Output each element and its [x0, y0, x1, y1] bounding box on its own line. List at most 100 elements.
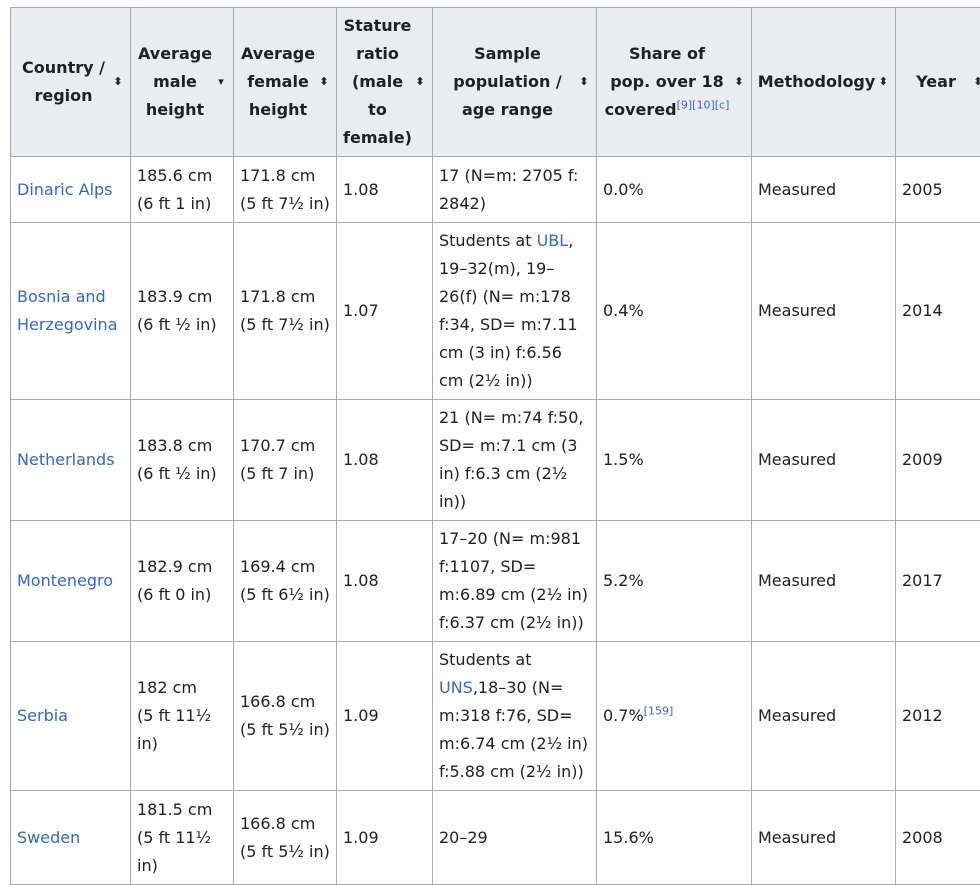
header-male-line3: height: [146, 100, 204, 119]
male-height-cm: 183.9 cm: [137, 287, 212, 306]
male-height-cm: 185.6 cm: [137, 166, 212, 185]
sample-population: 17–20 (N= m:981 f:1107, SD= m:6.89 cm (2…: [433, 521, 597, 642]
male-height-cm: 182.9 cm: [137, 557, 212, 576]
header-ratio-line4: to: [368, 100, 387, 119]
header-male-height[interactable]: Average male height ▾: [131, 8, 234, 157]
year: 2009: [896, 400, 980, 521]
header-methodology[interactable]: Methodology⬍: [752, 8, 896, 157]
sort-both-icon[interactable]: ⬍: [414, 76, 426, 88]
header-share-refs[interactable]: [9][10][c]: [677, 99, 730, 112]
sort-both-icon[interactable]: ⬍: [877, 76, 889, 88]
sample-population: 21 (N= m:74 f:50, SD= m:7.1 cm (3 in) f:…: [433, 400, 597, 521]
country-link[interactable]: Serbia: [17, 706, 68, 725]
table-row: Netherlands 183.8 cm (6 ft ½ in) 170.7 cm…: [11, 400, 980, 521]
year: 2008: [896, 791, 980, 885]
female-height-cm: 170.7 cm: [240, 436, 315, 455]
methodology: Measured: [752, 642, 896, 791]
methodology: Measured: [752, 521, 896, 642]
female-height-ft: (5 ft 7½ in): [240, 194, 330, 213]
share-covered: 15.6%: [597, 791, 752, 885]
header-share-line2: pop. over 18: [610, 72, 724, 91]
header-sample-line3: age range: [462, 100, 553, 119]
country-link[interactable]: Sweden: [17, 828, 80, 847]
stature-ratio: 1.07: [337, 223, 433, 400]
header-ratio-line3: (male: [352, 72, 403, 91]
male-height-ft: (6 ft ½ in): [137, 464, 217, 483]
male-height-ft: (6 ft ½ in): [137, 315, 217, 334]
header-male-line2: male: [153, 72, 197, 91]
year: 2012: [896, 642, 980, 791]
female-height-cm: 171.8 cm: [240, 166, 315, 185]
country-link[interactable]: Dinaric Alps: [17, 180, 113, 199]
header-female-line3: height: [249, 100, 307, 119]
male-height-ft: (6 ft 0 in): [137, 585, 211, 604]
share-covered: 0.4%: [597, 223, 752, 400]
header-sample-line2: population /: [453, 72, 562, 91]
sort-both-icon[interactable]: ⬍: [733, 76, 745, 88]
header-country-label: Country / region: [17, 54, 110, 110]
sample-population: Students at UBL, 19–32(m), 19–26(f) (N= …: [433, 223, 597, 400]
table-row: Montenegro 182.9 cm (6 ft 0 in) 169.4 cm (…: [11, 521, 980, 642]
country-link[interactable]: Netherlands: [17, 450, 115, 469]
male-height-ft: (5 ft 11½ in): [137, 706, 211, 753]
header-female-height[interactable]: Averagefemaleheight⬍: [234, 8, 337, 157]
share-covered: 1.5%: [597, 400, 752, 521]
sample-population: 17 (N=m: 2705 f: 2842): [433, 157, 597, 223]
female-height-cm: 166.8 cm: [240, 814, 315, 833]
female-height-cm: 171.8 cm: [240, 287, 315, 306]
female-height-cm: 169.4 cm: [240, 557, 315, 576]
country-link[interactable]: Bosnia and Herzegovina: [17, 287, 118, 334]
sort-down-icon[interactable]: ▾: [215, 76, 227, 88]
sample-population: 20–29: [433, 791, 597, 885]
table-row: Dinaric Alps 185.6 cm (6 ft 1 in) 171.8 c…: [11, 157, 980, 223]
country-link[interactable]: Montenegro: [17, 571, 113, 590]
female-height-ft: (5 ft 7½ in): [240, 315, 330, 334]
header-sample-line1: Sample: [474, 44, 541, 63]
methodology: Measured: [752, 157, 896, 223]
male-height-cm: 183.8 cm: [137, 436, 212, 455]
header-female-line1: Average: [241, 44, 315, 63]
height-table: Country / region⬍ Averagemaleheight▾ Ave…: [10, 7, 980, 885]
male-height-cm: 181.5 cm: [137, 800, 212, 819]
share-covered: 0.7%[159]: [597, 642, 752, 791]
female-height-ft: (5 ft 6½ in): [240, 585, 330, 604]
male-height-ft: (6 ft 1 in): [137, 194, 211, 213]
stature-ratio: 1.09: [337, 642, 433, 791]
sort-both-icon[interactable]: ⬍: [318, 76, 330, 88]
female-height-ft: (5 ft 5½ in): [240, 720, 330, 739]
header-ratio-line1: Stature: [344, 16, 412, 35]
year: 2005: [896, 157, 980, 223]
methodology: Measured: [752, 791, 896, 885]
header-country[interactable]: Country / region⬍: [11, 8, 131, 157]
sort-both-icon[interactable]: ⬍: [972, 76, 980, 88]
male-height-ft: (5 ft 11½ in): [137, 828, 211, 875]
female-height-ft: (5 ft 7 in): [240, 464, 314, 483]
header-sample-population[interactable]: Sample population / age range ⬍: [433, 8, 597, 157]
university-link[interactable]: UNS: [439, 678, 473, 697]
share-covered: 5.2%: [597, 521, 752, 642]
stature-ratio: 1.08: [337, 400, 433, 521]
citation-ref[interactable]: [159]: [644, 705, 674, 718]
header-year[interactable]: Year⬍: [896, 8, 980, 157]
header-row: Country / region⬍ Averagemaleheight▾ Ave…: [11, 8, 980, 157]
methodology: Measured: [752, 223, 896, 400]
share-covered: 0.0%: [597, 157, 752, 223]
stature-ratio: 1.08: [337, 157, 433, 223]
methodology: Measured: [752, 400, 896, 521]
male-height-cm: 182 cm: [137, 678, 197, 697]
header-share-line3: covered: [605, 100, 677, 119]
university-link[interactable]: UBL: [537, 231, 569, 250]
header-male-line1: Average: [138, 44, 212, 63]
header-share-covered[interactable]: Share of pop. over 18 covered[9][10][c]⬍: [597, 8, 752, 157]
year: 2017: [896, 521, 980, 642]
female-height-cm: 166.8 cm: [240, 692, 315, 711]
header-ratio-line5: female): [343, 128, 412, 147]
header-ratio-line2: ratio: [356, 44, 399, 63]
sort-both-icon[interactable]: ⬍: [112, 76, 124, 88]
sort-both-icon[interactable]: ⬍: [578, 76, 590, 88]
female-height-ft: (5 ft 5½ in): [240, 842, 330, 861]
year: 2014: [896, 223, 980, 400]
header-stature-ratio[interactable]: Stature ratio (male to female) ⬍: [337, 8, 433, 157]
header-share-line1: Share of: [629, 44, 705, 63]
stature-ratio: 1.09: [337, 791, 433, 885]
